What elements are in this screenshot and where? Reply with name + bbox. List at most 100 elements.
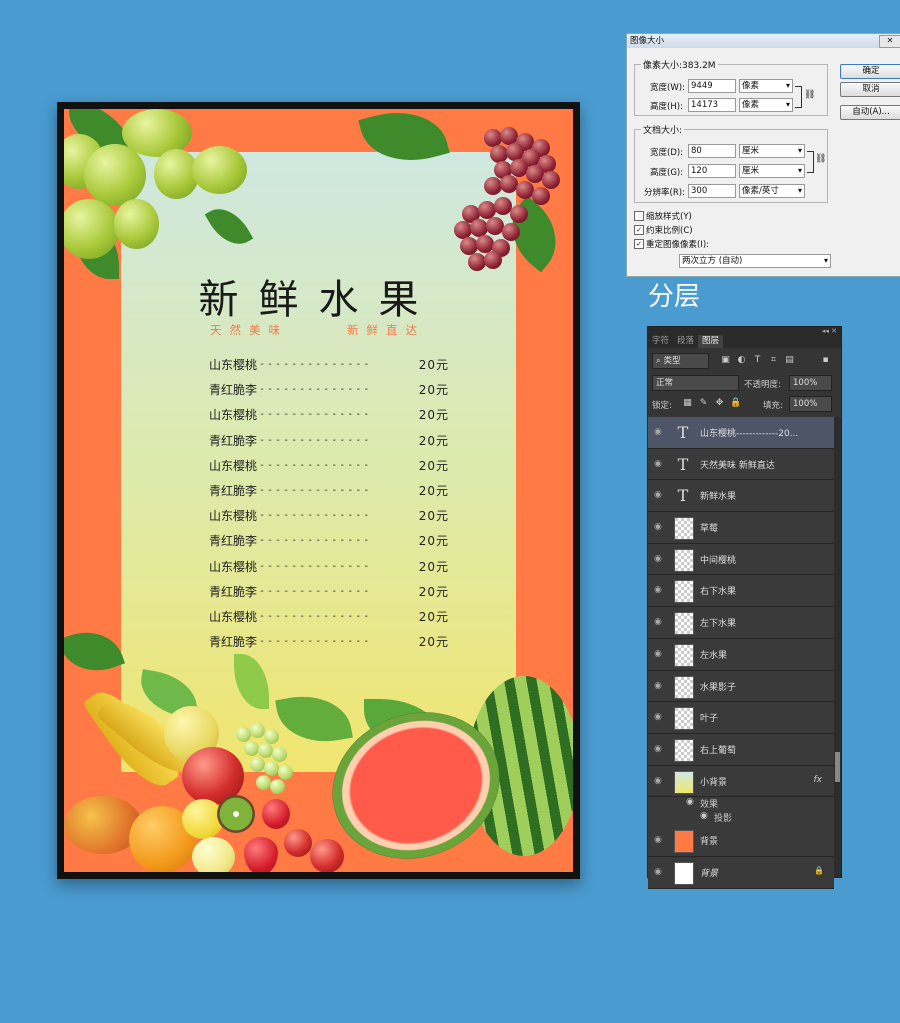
visibility-eye-icon[interactable]: ◉ xyxy=(654,427,662,437)
type-filter-icon[interactable]: T xyxy=(752,355,763,366)
layer-thumbnail xyxy=(674,580,694,604)
auto-button[interactable]: 自动(A)... xyxy=(840,105,900,120)
menu-item: 青红脆李 -------------- 20元 xyxy=(209,377,449,402)
link-bracket xyxy=(795,86,802,108)
visibility-eye-icon[interactable]: ◉ xyxy=(654,554,662,564)
lock-all-icon[interactable]: 🔒 xyxy=(730,398,741,409)
menu-item-name: 青红脆李 xyxy=(209,635,258,650)
layer-row[interactable]: ◉ 左下水果 xyxy=(648,607,834,639)
menu-item: 山东樱桃 -------------- 20元 xyxy=(209,453,449,478)
filter-label: 类型 xyxy=(663,356,681,366)
fill-field[interactable]: 100% xyxy=(789,396,832,412)
smart-object-filter-icon[interactable]: ▤ xyxy=(784,355,795,366)
adjustment-filter-icon[interactable]: ◐ xyxy=(736,355,747,366)
visibility-eye-icon[interactable]: ◉ xyxy=(654,776,662,786)
layer-name: 新鲜水果 xyxy=(700,492,737,503)
layer-name: 叶子 xyxy=(700,714,719,725)
layer-name: 背景 xyxy=(700,868,719,879)
resample-method-select[interactable]: 两次立方 (自动) xyxy=(679,254,831,268)
cancel-button[interactable]: 取消 xyxy=(840,82,900,97)
resample-label: 重定图像像素(I): xyxy=(646,240,710,250)
layers-scrollbar[interactable] xyxy=(834,417,841,877)
scale-styles-label: 缩放样式(Y) xyxy=(646,212,692,222)
doc-width-field[interactable]: 80 xyxy=(688,144,736,158)
close-icon[interactable]: ✕ xyxy=(879,35,900,48)
visibility-eye-icon[interactable]: ◉ xyxy=(654,585,662,595)
shape-filter-icon[interactable]: ⌗ xyxy=(768,355,779,366)
layer-row[interactable]: ◉ 小背景 fx xyxy=(648,765,834,798)
layer-thumbnail xyxy=(674,517,694,541)
doc-width-unit-select[interactable]: 厘米 xyxy=(739,144,805,158)
check-icon[interactable]: ✓ xyxy=(634,225,644,235)
visibility-eye-icon[interactable]: ◉ xyxy=(686,797,694,807)
resolution-field[interactable]: 300 xyxy=(688,184,736,198)
menu-item-price: 20元 xyxy=(418,609,449,624)
pixel-height-field[interactable]: 14173 xyxy=(688,98,736,112)
layer-row[interactable]: ◉ 中间樱桃 xyxy=(648,543,834,576)
layer-row[interactable]: ◉ T 山东樱桃-------------20... xyxy=(648,417,834,449)
tab-character[interactable]: 字符 xyxy=(648,335,673,348)
resolution-unit-select[interactable]: 像素/英寸 xyxy=(739,184,805,198)
grape xyxy=(510,205,528,223)
visibility-eye-icon[interactable]: ◉ xyxy=(654,835,662,845)
menu-item-name: 山东樱桃 xyxy=(209,609,258,624)
visibility-eye-icon[interactable]: ◉ xyxy=(700,811,708,821)
lock-pixels-icon[interactable]: ✎ xyxy=(698,398,709,409)
layer-row[interactable]: ◉ T 天然美味 新鲜直达 xyxy=(648,448,834,481)
layer-thumbnail xyxy=(674,738,694,762)
pixel-width-field[interactable]: 9449 xyxy=(688,79,736,93)
visibility-eye-icon[interactable]: ◉ xyxy=(654,712,662,722)
drop-shadow-row[interactable]: ◉ 投影 xyxy=(648,811,834,826)
layer-row[interactable]: ◉ 水果影子 xyxy=(648,670,834,703)
layer-filter-select[interactable]: ⌕ 类型 xyxy=(652,353,709,369)
menu-item-price: 20元 xyxy=(418,458,449,473)
visibility-eye-icon[interactable]: ◉ xyxy=(654,490,662,500)
image-size-dialog: 图像大小 ✕ 像素大小:383.2M 宽度(W): 9449 像素 高度(H):… xyxy=(626,33,900,277)
visibility-eye-icon[interactable]: ◉ xyxy=(654,681,662,691)
lock-transparency-icon[interactable]: ▦ xyxy=(682,398,693,409)
tab-paragraph[interactable]: 段落 xyxy=(673,335,698,348)
menu-item-name: 山东樱桃 xyxy=(209,509,258,524)
document-size-label: 文档大小: xyxy=(641,123,685,136)
checkbox-unchecked[interactable] xyxy=(634,211,644,221)
layer-row[interactable]: ◉ 叶子 xyxy=(648,702,834,734)
effects-row[interactable]: ◉ 效果 xyxy=(648,797,834,812)
poster-title: 新鲜水果 xyxy=(198,277,439,323)
opacity-field[interactable]: 100% xyxy=(789,375,832,391)
lock-position-icon[interactable]: ✥ xyxy=(714,398,725,409)
visibility-eye-icon[interactable]: ◉ xyxy=(654,744,662,754)
resample-checkbox[interactable]: ✓ 重定图像像素(I): xyxy=(634,238,709,250)
visibility-eye-icon[interactable]: ◉ xyxy=(654,649,662,659)
pixel-height-unit-select[interactable]: 像素 xyxy=(739,98,793,112)
panel-tabs: 字符 段落 图层 xyxy=(648,335,841,348)
layer-row[interactable]: ◉ 右下水果 xyxy=(648,575,834,608)
pixel-width-unit-select[interactable]: 像素 xyxy=(739,79,793,93)
layer-row[interactable]: ◉ 右上葡萄 xyxy=(648,733,834,766)
constrain-proportions-checkbox[interactable]: ✓ 约束比例(C) xyxy=(634,224,693,236)
ok-button[interactable]: 确定 xyxy=(840,64,900,79)
fx-icon[interactable]: fx xyxy=(814,775,823,785)
tab-layers[interactable]: 图层 xyxy=(698,335,724,348)
image-filter-icon[interactable]: ▣ xyxy=(720,355,731,366)
menu-item-dots: -------------- xyxy=(259,636,372,648)
scale-styles-checkbox[interactable]: 缩放样式(Y) xyxy=(634,210,692,222)
visibility-eye-icon[interactable]: ◉ xyxy=(654,867,662,877)
height-label: 高度(H): xyxy=(650,102,683,112)
panel-collapse-icon[interactable]: ◂◂ ✕ xyxy=(648,327,841,335)
doc-height-field[interactable]: 120 xyxy=(688,164,736,178)
doc-height-unit-select[interactable]: 厘米 xyxy=(739,164,805,178)
layer-row[interactable]: ◉ 背景 xyxy=(648,825,834,857)
scroll-thumb[interactable] xyxy=(835,752,840,782)
menu-item-name: 青红脆李 xyxy=(209,484,258,499)
layer-row[interactable]: ◉ 左水果 xyxy=(648,638,834,671)
layer-row[interactable]: ◉ 背景 🔒 xyxy=(648,856,834,889)
layer-row[interactable]: ◉ T 新鲜水果 xyxy=(648,480,834,513)
doc-height-label: 高度(G): xyxy=(650,168,684,178)
visibility-eye-icon[interactable]: ◉ xyxy=(654,617,662,627)
filter-toggle-icon[interactable]: ▪ xyxy=(820,355,831,366)
visibility-eye-icon[interactable]: ◉ xyxy=(654,522,662,532)
check-icon[interactable]: ✓ xyxy=(634,239,644,249)
blend-mode-select[interactable]: 正常 xyxy=(652,375,739,391)
layer-row[interactable]: ◉ 草莓 xyxy=(648,512,834,544)
visibility-eye-icon[interactable]: ◉ xyxy=(654,459,662,469)
